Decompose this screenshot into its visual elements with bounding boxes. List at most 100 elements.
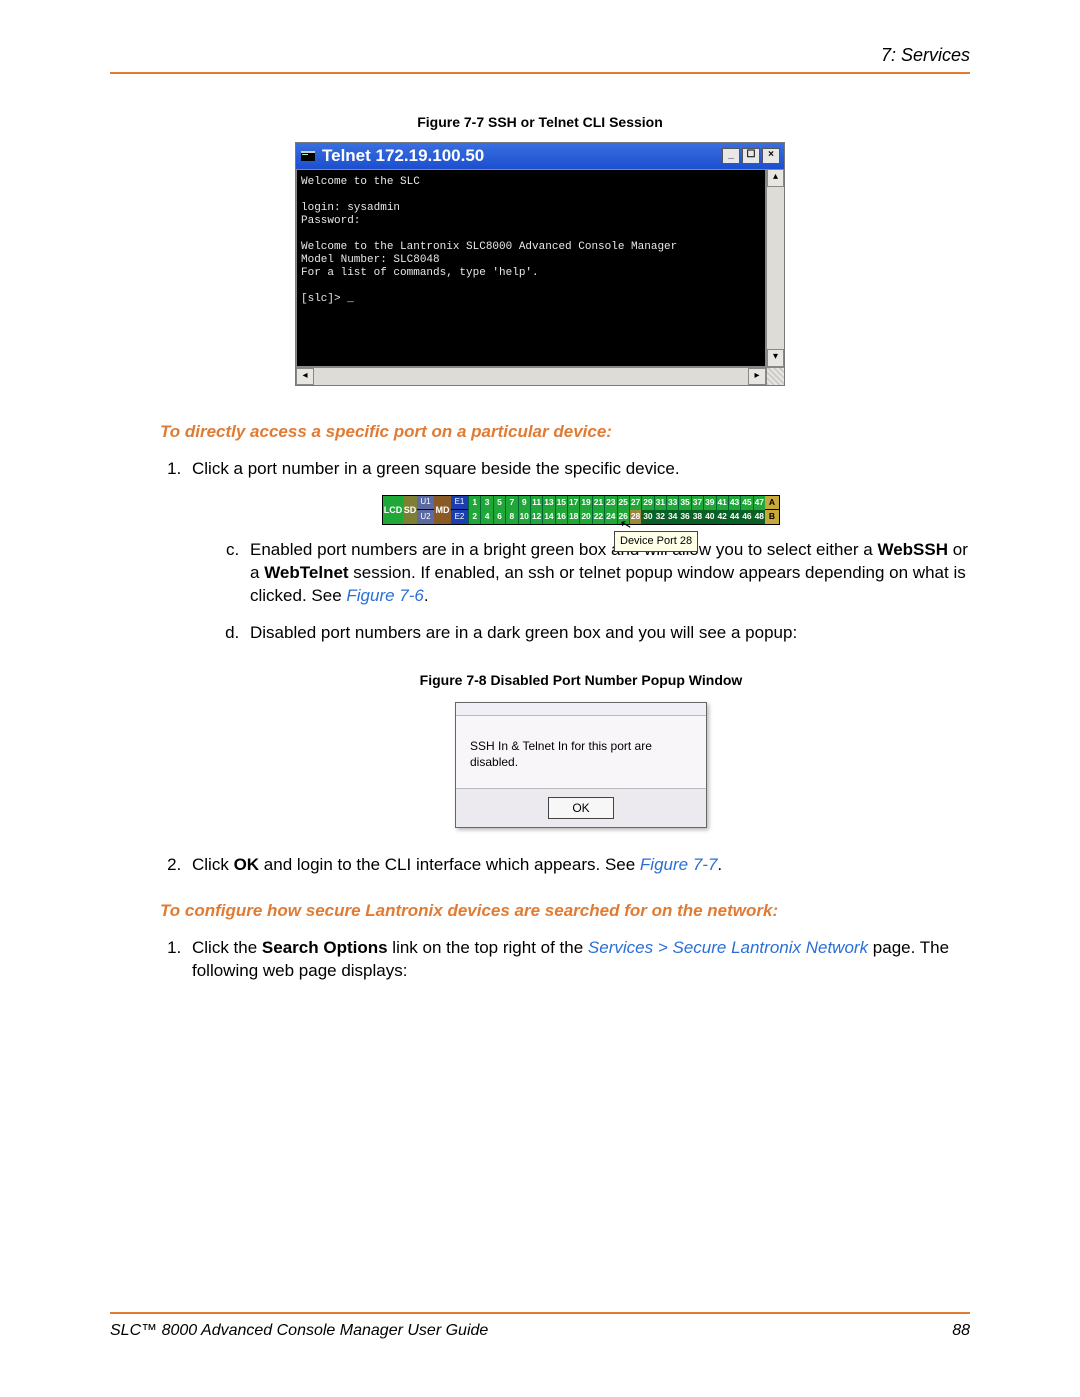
port-23[interactable]: 23 [604, 496, 616, 510]
figure-7-6-link[interactable]: Figure 7-6 [346, 586, 423, 605]
port-2[interactable]: 2 [468, 510, 480, 524]
numbered-list-1: Click a port number in a green square be… [160, 458, 970, 877]
port-41[interactable]: 41 [716, 496, 728, 510]
step-2-end: . [717, 855, 722, 874]
minimize-button[interactable]: _ [722, 148, 740, 164]
step-3-mid: link on the top right of the [388, 938, 588, 957]
webssh-term: WebSSH [877, 540, 948, 559]
popup-message: SSH In & Telnet In for this port are dis… [456, 716, 706, 788]
substep-c-pre: Enabled port numbers are in a bright gre… [250, 540, 877, 559]
vertical-scrollbar[interactable]: ▴ ▾ [766, 169, 784, 367]
port-tooltip: Device Port 28 [614, 531, 698, 552]
figure-7-7-link[interactable]: Figure 7-7 [640, 855, 717, 874]
port-46[interactable]: 46 [740, 510, 752, 524]
port-43[interactable]: 43 [728, 496, 740, 510]
port-15[interactable]: 15 [555, 496, 567, 510]
port-4[interactable]: 4 [480, 510, 492, 524]
e2-block[interactable]: E2 [451, 510, 468, 524]
page-number: 88 [952, 1322, 970, 1340]
chapter-heading: 7: Services [110, 45, 970, 66]
b-block[interactable]: B [765, 510, 779, 524]
port-8[interactable]: 8 [505, 510, 517, 524]
terminal-output[interactable]: Welcome to the SLC login: sysadmin Passw… [296, 169, 766, 367]
port-6[interactable]: 6 [493, 510, 505, 524]
telnet-window: Telnet 172.19.100.50 _ ☐ × Welcome to th… [295, 142, 785, 386]
port-30[interactable]: 30 [641, 510, 653, 524]
port-48[interactable]: 48 [753, 510, 765, 524]
port-27[interactable]: 27 [629, 496, 641, 510]
port-10[interactable]: 10 [518, 510, 530, 524]
port-29[interactable]: 29 [641, 496, 653, 510]
a-block[interactable]: A [765, 496, 779, 511]
step-2: Click OK and login to the CLI interface … [186, 854, 970, 877]
telnet-title: Telnet 172.19.100.50 [322, 146, 720, 166]
substep-c: Enabled port numbers are in a bright gre… [244, 539, 970, 608]
webtelnet-term: WebTelnet [264, 563, 348, 582]
horizontal-scrollbar[interactable]: ◂ ▸ [296, 367, 784, 385]
port-7[interactable]: 7 [505, 496, 517, 510]
port-39[interactable]: 39 [703, 496, 715, 510]
port-1[interactable]: 1 [468, 496, 480, 510]
port-31[interactable]: 31 [654, 496, 666, 510]
lettered-list: Enabled port numbers are in a bright gre… [222, 539, 970, 645]
port-21[interactable]: 21 [592, 496, 604, 510]
close-button[interactable]: × [762, 148, 780, 164]
scroll-right-icon[interactable]: ▸ [748, 368, 766, 385]
port-16[interactable]: 16 [555, 510, 567, 524]
sd-block[interactable]: SD [403, 496, 417, 524]
telnet-titlebar[interactable]: Telnet 172.19.100.50 _ ☐ × [296, 143, 784, 169]
scroll-left-icon[interactable]: ◂ [296, 368, 314, 385]
port-3[interactable]: 3 [480, 496, 492, 510]
step-2-ok: OK [234, 855, 260, 874]
port-25[interactable]: 25 [617, 496, 629, 510]
port-14[interactable]: 14 [542, 510, 554, 524]
port-9[interactable]: 9 [518, 496, 530, 510]
footer: SLC™ 8000 Advanced Console Manager User … [110, 1322, 970, 1340]
port-5[interactable]: 5 [493, 496, 505, 510]
figure-7-8-caption: Figure 7-8 Disabled Port Number Popup Wi… [192, 671, 970, 690]
maximize-button[interactable]: ☐ [742, 148, 760, 164]
port-strip-figure: LCD SD U1 U2 MD E1 E2 135791113151719212… [382, 495, 780, 525]
subheading-search-options: To configure how secure Lantronix device… [160, 901, 970, 921]
port-19[interactable]: 19 [579, 496, 591, 510]
port-24[interactable]: 24 [604, 510, 616, 524]
numbered-list-2: Click the Search Options link on the top… [160, 937, 970, 983]
e-column: E1 E2 [451, 496, 468, 524]
port-35[interactable]: 35 [678, 496, 690, 510]
scroll-down-icon[interactable]: ▾ [767, 349, 784, 367]
port-36[interactable]: 36 [678, 510, 690, 524]
resize-grip-icon[interactable] [766, 368, 784, 385]
u-column: U1 U2 [417, 496, 434, 524]
footer-title: SLC™ 8000 Advanced Console Manager User … [110, 1322, 488, 1340]
popup-button-row: OK [456, 788, 706, 827]
port-45[interactable]: 45 [740, 496, 752, 510]
port-33[interactable]: 33 [666, 496, 678, 510]
scroll-up-icon[interactable]: ▴ [767, 169, 784, 187]
ok-button[interactable]: OK [548, 797, 614, 819]
port-34[interactable]: 34 [666, 510, 678, 524]
port-40[interactable]: 40 [703, 510, 715, 524]
md-block[interactable]: MD [434, 496, 451, 524]
lcd-block[interactable]: LCD [383, 496, 403, 524]
port-17[interactable]: 17 [567, 496, 579, 510]
port-38[interactable]: 38 [691, 510, 703, 524]
port-37[interactable]: 37 [691, 496, 703, 510]
port-11[interactable]: 11 [530, 496, 542, 510]
e1-block[interactable]: E1 [451, 496, 468, 511]
u1-block[interactable]: U1 [417, 496, 434, 511]
header-rule [110, 72, 970, 74]
u2-block[interactable]: U2 [417, 510, 434, 524]
port-20[interactable]: 20 [579, 510, 591, 524]
step-3: Click the Search Options link on the top… [186, 937, 970, 983]
port-18[interactable]: 18 [567, 510, 579, 524]
telnet-icon [300, 148, 316, 164]
port-22[interactable]: 22 [592, 510, 604, 524]
secure-lantronix-link[interactable]: Services > Secure Lantronix Network [588, 938, 868, 957]
step-2-pre: Click [192, 855, 234, 874]
port-12[interactable]: 12 [530, 510, 542, 524]
port-47[interactable]: 47 [753, 496, 765, 510]
port-44[interactable]: 44 [728, 510, 740, 524]
port-42[interactable]: 42 [716, 510, 728, 524]
port-32[interactable]: 32 [654, 510, 666, 524]
port-13[interactable]: 13 [542, 496, 554, 510]
